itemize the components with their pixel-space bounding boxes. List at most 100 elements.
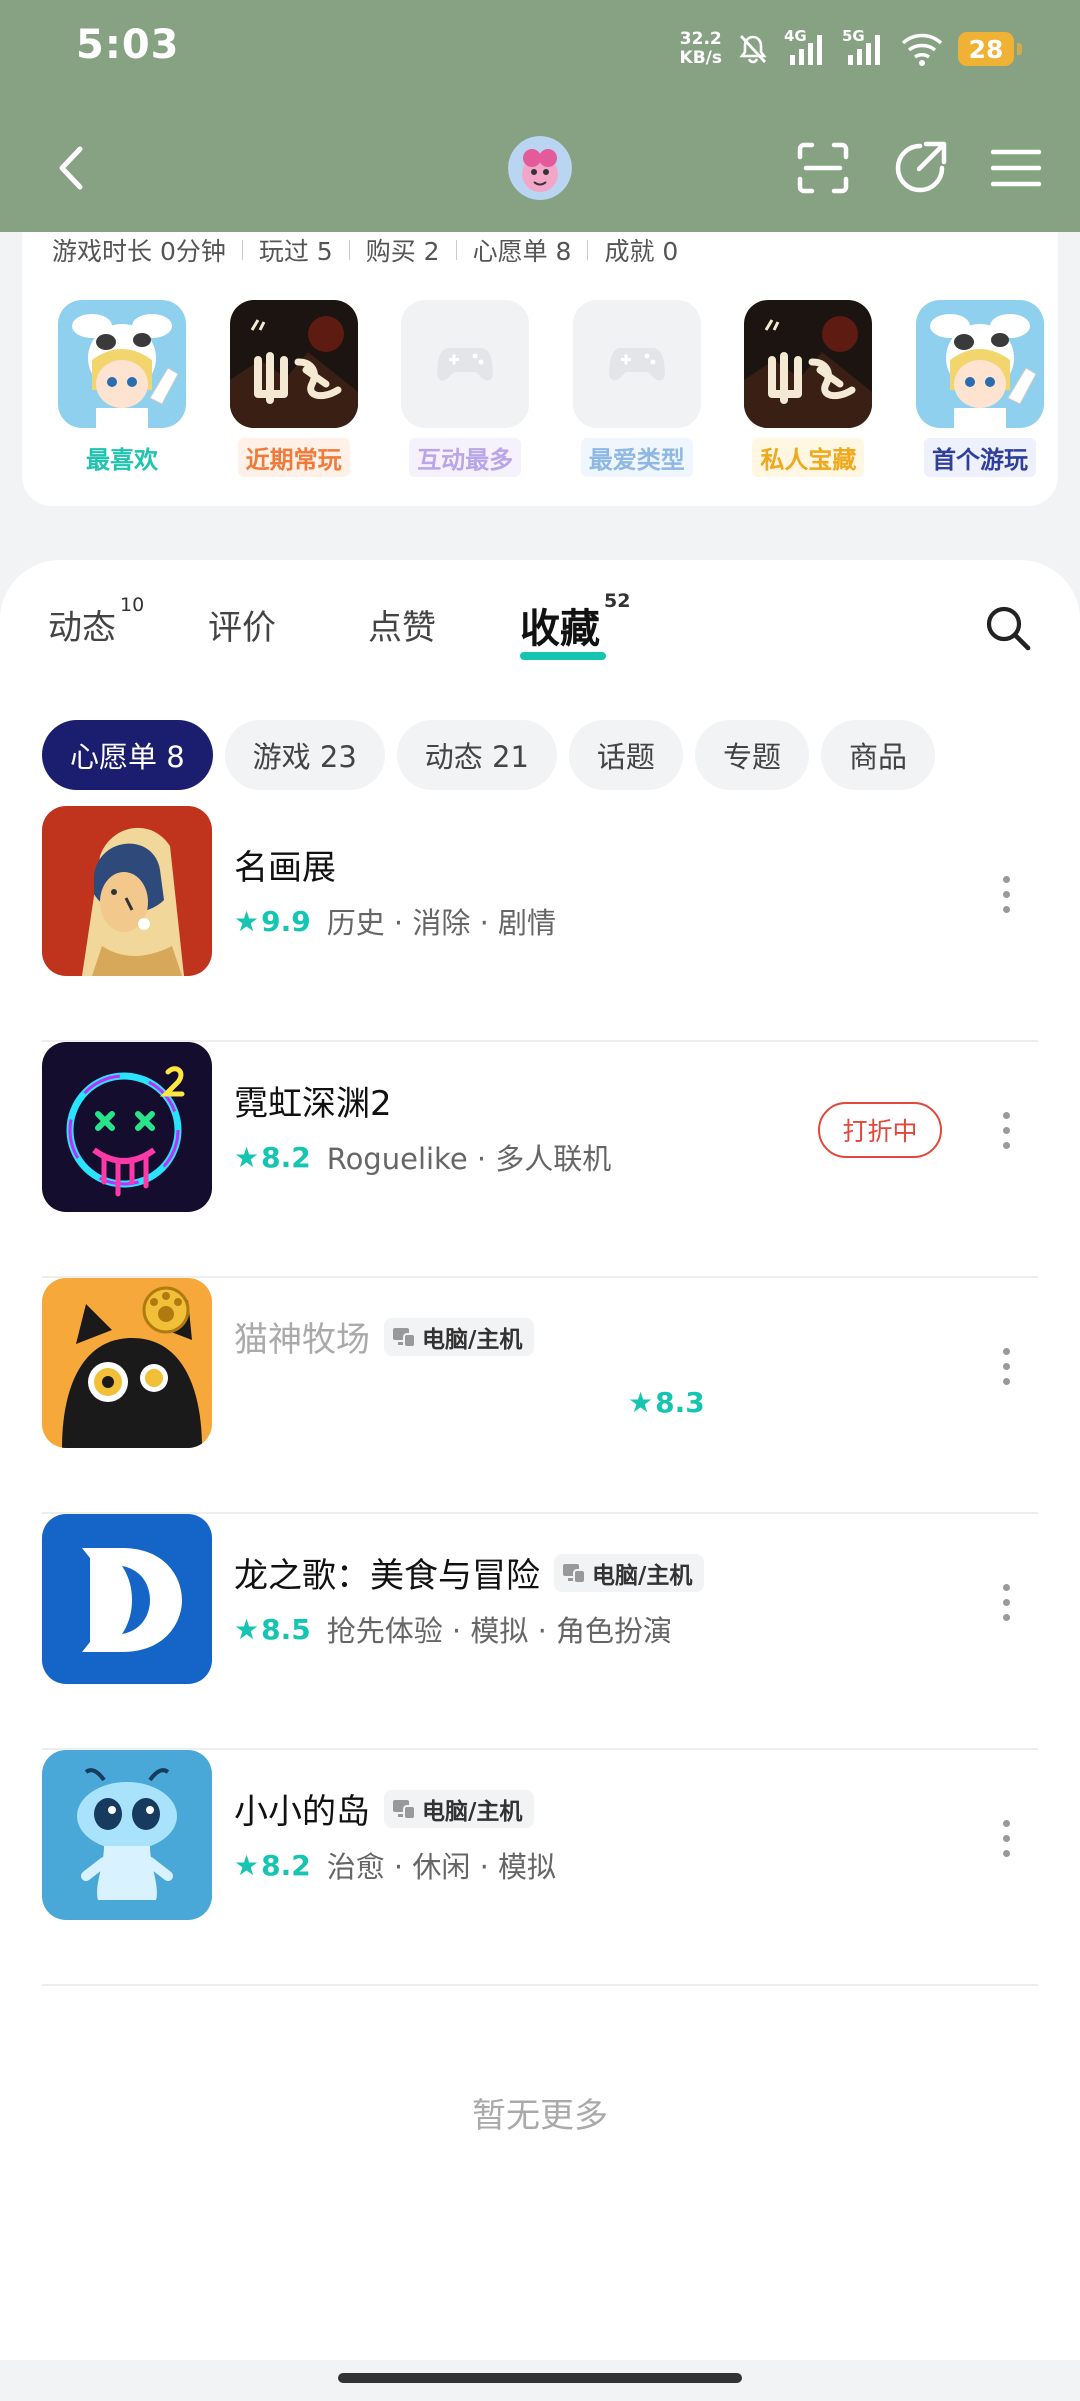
more-options-button[interactable]	[982, 1810, 1030, 1866]
home-indicator[interactable]	[338, 2373, 742, 2383]
game-icon-painting	[42, 806, 212, 976]
game-icon-cat-ranch	[42, 1278, 212, 1448]
search-button[interactable]	[978, 598, 1038, 658]
platform-badge: 电脑/主机	[554, 1553, 705, 1592]
game-cover-cow-girl	[58, 300, 186, 428]
more-options-button[interactable]	[982, 1102, 1030, 1158]
share-button[interactable]	[890, 136, 952, 198]
showcase-recent[interactable]: 近期常玩	[228, 300, 360, 477]
showcase-label: 互动最多	[409, 438, 522, 477]
tab-feed[interactable]: 动态10	[48, 594, 144, 649]
menu-icon	[990, 149, 1042, 187]
game-rating: ★ 8.2	[234, 1140, 311, 1174]
signal-4g-icon: 4G	[784, 27, 828, 69]
showcase-fav-type[interactable]: 最爱类型	[571, 300, 703, 477]
menu-button[interactable]	[986, 138, 1046, 198]
game-name: 猫神牧场	[234, 1320, 370, 1360]
chip-feed[interactable]: 动态 21	[396, 720, 557, 790]
search-icon	[986, 606, 1031, 651]
gamepad-placeholder-icon	[401, 300, 530, 428]
stat-purchased[interactable]: 购买 2	[366, 232, 440, 268]
game-title-line: 霓虹深渊2	[234, 1076, 392, 1125]
list-item[interactable]: 小小的岛 电脑/主机 ★ 8.2 治愈 · 休闲 · 模拟	[42, 1750, 1038, 1986]
game-rating: ★ 9.9	[234, 904, 311, 938]
platform-badge: 电脑/主机	[384, 1317, 535, 1356]
stat-divider	[455, 240, 457, 260]
list-item[interactable]: 霓虹深渊2 ★ 8.2 Roguelike · 多人联机 打折中	[42, 1042, 1038, 1278]
scan-button[interactable]	[793, 138, 853, 198]
profile-card: 游戏时长 0分钟 玩过 5 购买 2 心愿单 8 成就 0 最喜欢 近期常玩 互…	[22, 232, 1058, 506]
status-icons: 32.2 KB/s 4G 5G 28	[679, 24, 1022, 74]
tab-bar: 动态10 评价 点赞 收藏52	[0, 560, 1080, 680]
game-name: 龙之歌：美食与冒险	[234, 1556, 540, 1596]
chip-topics[interactable]: 话题	[568, 720, 683, 790]
showcase-label: 近期常玩	[237, 438, 350, 477]
signal-5g-icon: 5G	[842, 27, 886, 69]
avatar[interactable]	[508, 136, 572, 200]
status-bar: 5:03 32.2 KB/s 4G 5G 28	[0, 0, 1080, 100]
sale-badge[interactable]: 打折中	[818, 1102, 942, 1158]
active-tab-indicator	[520, 652, 606, 660]
game-tags: 历史 · 消除 · 剧情	[326, 906, 557, 940]
game-tags: 抢先体验 · 模拟 · 角色扮演	[326, 1614, 673, 1648]
platform-badge: 电脑/主机	[384, 1789, 535, 1828]
filter-chips: 心愿单 8 游戏 23 动态 21 话题 专题 商品	[42, 720, 935, 790]
showcase-treasure[interactable]: 私人宝藏	[742, 300, 874, 477]
chip-specials[interactable]: 专题	[694, 720, 809, 790]
stat-achievements[interactable]: 成就 0	[604, 232, 678, 268]
showcase-label: 首个游玩	[923, 438, 1036, 477]
game-meta: ★ 8.2 Roguelike · 多人联机	[234, 1136, 611, 1178]
net-speed: 32.2 KB/s	[679, 29, 722, 68]
star-icon: ★	[234, 1848, 260, 1882]
mute-bell-icon	[739, 35, 767, 64]
showcase-favorite[interactable]: 最喜欢	[56, 300, 188, 477]
game-title-line: 猫神牧场 电脑/主机	[234, 1312, 535, 1361]
game-title-line: 名画展	[234, 840, 336, 889]
tab-likes[interactable]: 点赞	[368, 600, 436, 649]
showcase-first[interactable]: 首个游玩	[914, 300, 1046, 477]
pc-console-icon	[393, 1799, 416, 1820]
list-item[interactable]: 龙之歌：美食与冒险 电脑/主机 ★ 8.5 抢先体验 · 模拟 · 角色扮演	[42, 1514, 1038, 1750]
stat-playtime[interactable]: 游戏时长 0分钟	[52, 232, 226, 268]
content-panel: 动态10 评价 点赞 收藏52 心愿单 8 游戏 23 动态 21 话题 专题 …	[0, 560, 1080, 2401]
tab-count: 52	[604, 590, 631, 612]
showcase-label: 私人宝藏	[752, 438, 865, 477]
more-options-button[interactable]	[982, 1574, 1030, 1630]
game-name: 名画展	[234, 848, 336, 888]
star-icon: ★	[234, 1140, 260, 1174]
game-meta: ★ 9.9 历史 · 消除 · 剧情	[234, 900, 556, 942]
tab-favorites[interactable]: 收藏52	[520, 590, 630, 654]
back-button[interactable]	[42, 138, 102, 198]
list-item[interactable]: 猫神牧场 电脑/主机 ★ 8.3	[42, 1278, 1038, 1514]
chip-goods[interactable]: 商品	[820, 720, 935, 790]
game-cover-shanhai	[229, 300, 358, 428]
stat-played[interactable]: 玩过 5	[259, 232, 333, 268]
stat-divider	[587, 240, 589, 260]
game-icon-dragonsong	[42, 1514, 212, 1684]
showcase-interactive[interactable]: 互动最多	[399, 300, 531, 477]
more-options-button[interactable]	[982, 1338, 1030, 1394]
game-tags: 治愈 · 休闲 · 模拟	[326, 1850, 557, 1884]
stat-wishlist[interactable]: 心愿单 8	[473, 232, 572, 268]
gamepad-placeholder-icon	[572, 300, 701, 428]
game-icon-neon-abyss	[42, 1042, 212, 1212]
game-name: 小小的岛	[234, 1792, 370, 1832]
star-icon: ★	[234, 904, 260, 938]
game-title-line: 龙之歌：美食与冒险 电脑/主机	[234, 1548, 705, 1597]
game-cover-cow-girl	[915, 300, 1044, 428]
chip-wishlist[interactable]: 心愿单 8	[42, 720, 213, 790]
stat-divider	[348, 240, 350, 260]
game-icon-little-island	[42, 1750, 212, 1920]
share-icon	[895, 141, 947, 193]
no-more-text: 暂无更多	[472, 2096, 608, 2136]
more-options-button[interactable]	[982, 866, 1030, 922]
nav-bar	[0, 120, 1080, 216]
list-item[interactable]: 名画展 ★ 9.9 历史 · 消除 · 剧情	[42, 806, 1038, 1042]
star-icon: ★	[234, 1612, 260, 1646]
game-meta: ★ 8.2 治愈 · 休闲 · 模拟	[234, 1844, 556, 1886]
game-rating: ★ 8.3	[628, 1386, 705, 1419]
showcase-label: 最爱类型	[580, 438, 693, 477]
top-header: 5:03 32.2 KB/s 4G 5G 28	[0, 0, 1080, 232]
tab-reviews[interactable]: 评价	[208, 600, 276, 649]
chip-games[interactable]: 游戏 23	[224, 720, 385, 790]
